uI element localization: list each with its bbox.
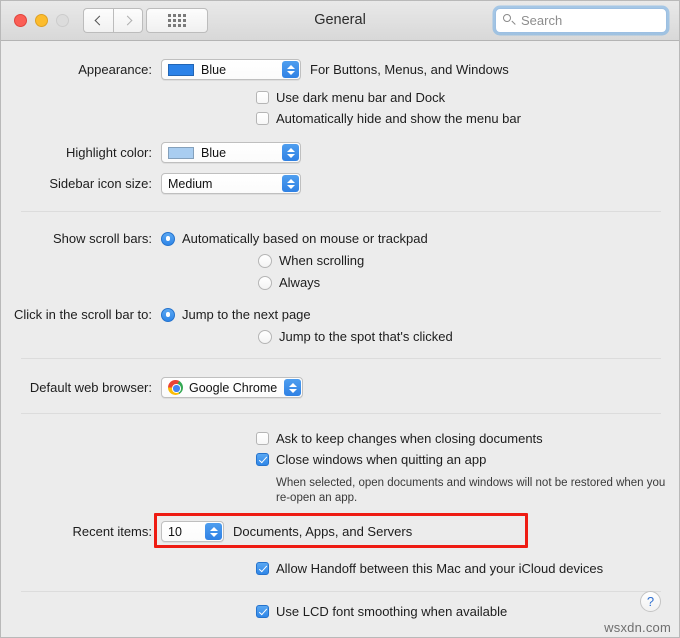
scroll-bars-option-scrolling-label: When scrolling: [279, 253, 365, 268]
radio-icon: [161, 307, 175, 322]
radio-icon: [258, 275, 272, 290]
search-placeholder: Search: [521, 13, 563, 28]
radio-icon: [161, 231, 175, 246]
checkbox-icon: [256, 605, 269, 618]
highlight-color-stepper-icon[interactable]: [282, 144, 299, 161]
default-browser-value: Google Chrome: [189, 380, 278, 395]
close-windows-hint: When selected, open documents and window…: [276, 477, 666, 504]
help-button[interactable]: ?: [640, 591, 661, 612]
handoff-checkbox[interactable]: Allow Handoff between this Mac and your …: [256, 561, 603, 576]
highlight-color-swatch: [168, 146, 194, 159]
auto-hide-menu-bar-row[interactable]: Automatically hide and show the menu bar: [256, 111, 521, 126]
appearance-row: Appearance: Blue For Buttons, Menus, and…: [1, 59, 509, 80]
divider: [21, 211, 661, 212]
lcd-font-smoothing-label: Use LCD font smoothing when available: [276, 604, 508, 619]
appearance-popup[interactable]: Blue: [161, 59, 301, 80]
search-field[interactable]: Search: [495, 8, 667, 33]
radio-icon: [258, 253, 272, 268]
scroll-bars-option-auto-label: Automatically based on mouse or trackpad: [182, 231, 428, 246]
scroll-bar-click-option-spot-label: Jump to the spot that's clicked: [279, 329, 453, 344]
chrome-icon: [168, 380, 183, 395]
checkbox-icon: [256, 432, 269, 445]
checkbox-icon: [256, 453, 269, 466]
recent-items-popup[interactable]: 10: [161, 521, 224, 542]
auto-hide-menu-bar-checkbox[interactable]: Automatically hide and show the menu bar: [256, 111, 521, 126]
dark-menu-bar-checkbox[interactable]: Use dark menu bar and Dock: [256, 90, 445, 105]
lcd-font-smoothing-row[interactable]: Use LCD font smoothing when available: [256, 604, 507, 619]
sidebar-icon-size-label: Sidebar icon size:: [49, 176, 152, 191]
divider: [21, 591, 661, 592]
scroll-bars-option-always[interactable]: Always: [258, 275, 320, 290]
default-browser-row: Default web browser: Google Chrome: [1, 377, 303, 398]
scroll-bar-click-option-next-page-label: Jump to the next page: [182, 307, 311, 322]
sidebar-icon-size-stepper-icon[interactable]: [282, 175, 299, 192]
scroll-bar-click-label: Click in the scroll bar to:: [14, 307, 152, 322]
recent-items-row: Recent items: 10 Documents, Apps, and Se…: [1, 521, 412, 542]
close-windows-row[interactable]: Close windows when quitting an app: [256, 452, 486, 467]
close-windows-label: Close windows when quitting an app: [276, 452, 487, 467]
close-windows-checkbox[interactable]: Close windows when quitting an app: [256, 452, 486, 467]
highlight-color-row: Highlight color: Blue: [1, 142, 301, 163]
show-scroll-bars-label: Show scroll bars:: [53, 231, 152, 246]
highlight-color-popup[interactable]: Blue: [161, 142, 301, 163]
appearance-color-swatch: [168, 63, 194, 76]
system-preferences-window: General Search Appearance: Blue For Butt…: [0, 0, 680, 638]
handoff-row[interactable]: Allow Handoff between this Mac and your …: [256, 561, 603, 576]
radio-icon: [258, 329, 272, 344]
ask-keep-changes-checkbox[interactable]: Ask to keep changes when closing documen…: [256, 431, 543, 446]
divider: [21, 358, 661, 359]
recent-items-stepper-icon[interactable]: [205, 523, 222, 540]
ask-keep-changes-label: Ask to keep changes when closing documen…: [276, 431, 543, 446]
preferences-content: Appearance: Blue For Buttons, Menus, and…: [1, 41, 679, 637]
divider: [21, 413, 661, 414]
scroll-bars-option-always-label: Always: [279, 275, 321, 290]
recent-items-label: Recent items:: [72, 524, 152, 539]
checkbox-icon: [256, 112, 269, 125]
checkbox-icon: [256, 91, 269, 104]
show-scroll-bars-row: Show scroll bars: Automatically based on…: [1, 231, 428, 246]
auto-hide-menu-bar-label: Automatically hide and show the menu bar: [276, 111, 521, 126]
appearance-value: Blue: [201, 62, 227, 77]
sidebar-icon-size-popup[interactable]: Medium: [161, 173, 301, 194]
scroll-bar-click-option-spot[interactable]: Jump to the spot that's clicked: [258, 329, 453, 344]
dark-menu-bar-row[interactable]: Use dark menu bar and Dock: [256, 90, 445, 105]
highlight-color-label: Highlight color:: [66, 145, 152, 160]
window-titlebar: General Search: [1, 1, 679, 41]
default-browser-popup[interactable]: Google Chrome: [161, 377, 303, 398]
appearance-description: For Buttons, Menus, and Windows: [310, 62, 509, 77]
handoff-label: Allow Handoff between this Mac and your …: [276, 561, 604, 576]
scroll-bars-option-scrolling[interactable]: When scrolling: [258, 253, 364, 268]
sidebar-icon-size-value: Medium: [168, 176, 213, 191]
dark-menu-bar-label: Use dark menu bar and Dock: [276, 90, 446, 105]
watermark: wsxdn.com: [604, 620, 671, 635]
default-browser-label: Default web browser:: [29, 380, 152, 395]
sidebar-icon-size-row: Sidebar icon size: Medium: [1, 173, 301, 194]
appearance-label: Appearance:: [78, 62, 152, 77]
lcd-font-smoothing-checkbox[interactable]: Use LCD font smoothing when available: [256, 604, 507, 619]
search-icon: [503, 14, 516, 27]
appearance-stepper-icon[interactable]: [282, 61, 299, 78]
scroll-bars-option-auto[interactable]: Automatically based on mouse or trackpad: [161, 231, 428, 246]
highlight-color-value: Blue: [201, 145, 227, 160]
scroll-bar-click-option-next-page[interactable]: Jump to the next page: [161, 307, 311, 322]
scroll-bar-click-row: Click in the scroll bar to: Jump to the …: [1, 307, 311, 322]
ask-keep-changes-row[interactable]: Ask to keep changes when closing documen…: [256, 431, 543, 446]
recent-items-value: 10: [168, 524, 182, 539]
recent-items-description: Documents, Apps, and Servers: [233, 524, 413, 539]
checkbox-icon: [256, 562, 269, 575]
default-browser-stepper-icon[interactable]: [284, 379, 301, 396]
